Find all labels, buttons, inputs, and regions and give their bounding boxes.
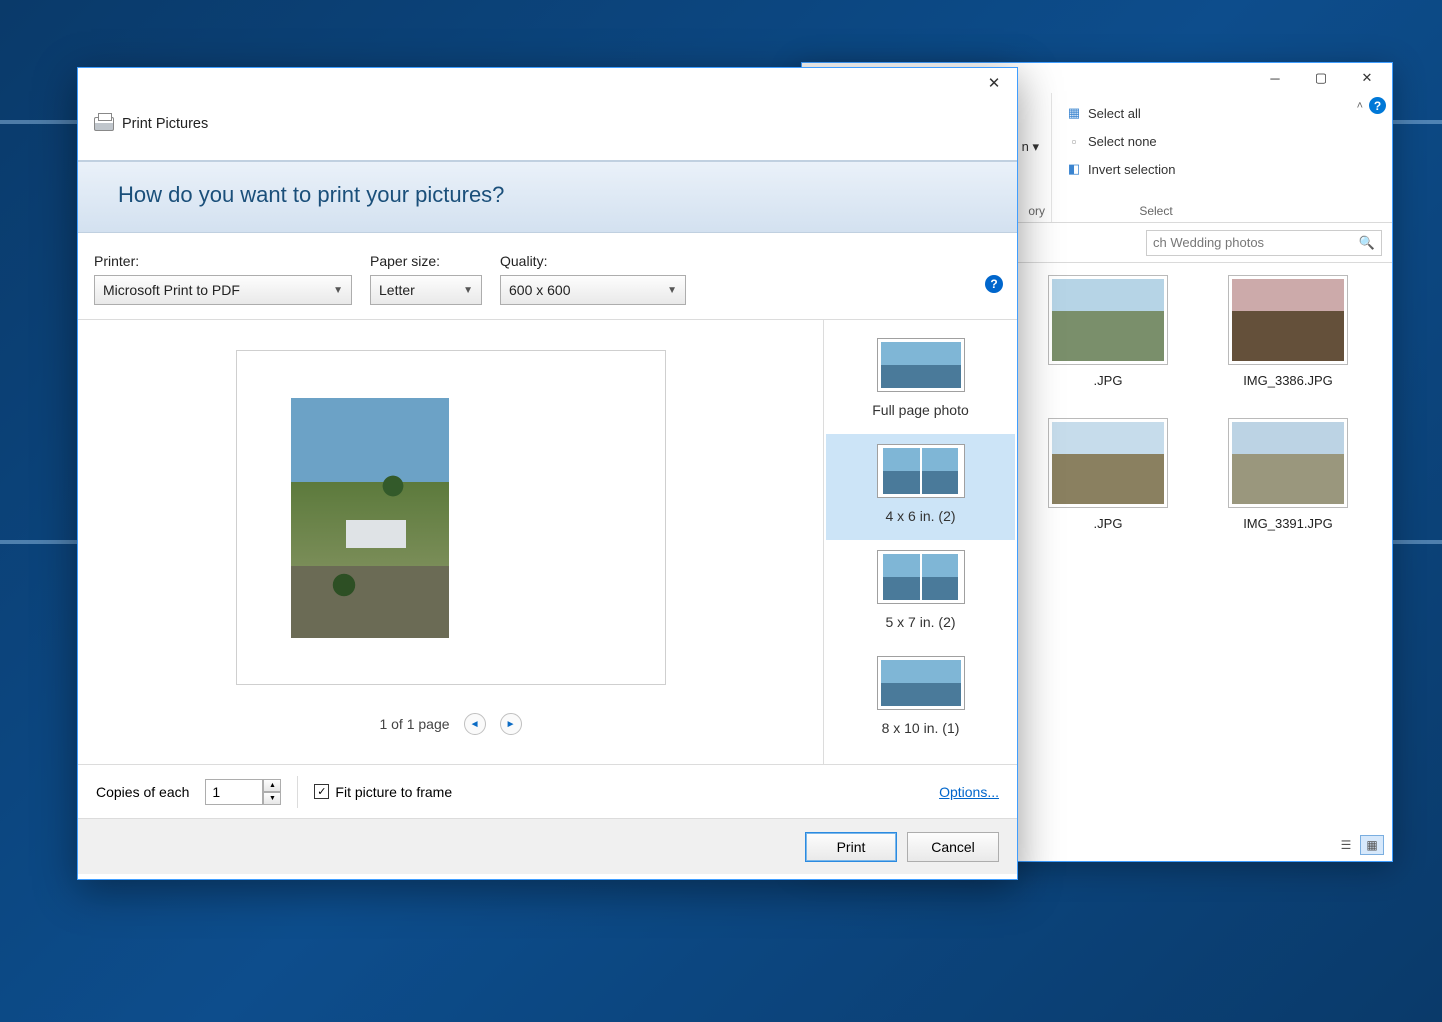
copies-row: Copies of each ▲ ▼ ✓ Fit picture to fram… — [78, 764, 1017, 818]
copies-spinner: ▲ ▼ — [263, 779, 281, 805]
pager-text: 1 of 1 page — [379, 716, 449, 732]
invert-selection-icon: ◧ — [1066, 161, 1082, 177]
decorative — [331, 572, 357, 598]
paper-label: Paper size: — [370, 253, 482, 269]
file-item[interactable]: .JPG — [1028, 418, 1188, 531]
file-name: IMG_3386.JPG — [1208, 373, 1368, 388]
layout-thumb — [877, 444, 965, 498]
print-options-row: Printer: Microsoft Print to PDF ▼ Paper … — [78, 233, 1017, 319]
copies-input[interactable] — [205, 779, 263, 805]
dialog-title: Print Pictures — [122, 116, 208, 132]
file-thumbnail — [1228, 275, 1348, 365]
layout-thumb — [877, 338, 965, 392]
printer-icon — [94, 117, 114, 131]
layout-thumb — [877, 656, 965, 710]
dialog-button-row: Print Cancel — [78, 818, 1017, 874]
select-none-button[interactable]: ▫ Select none — [1066, 127, 1246, 155]
copies-input-group: ▲ ▼ — [205, 779, 281, 805]
layout-option-5x7[interactable]: 5 x 7 in. (2) — [826, 540, 1015, 646]
page-preview — [236, 350, 666, 685]
dialog-main-row: 1 of 1 page ◄ ► Full page photo 4 x 6 in… — [78, 319, 1017, 764]
layout-column[interactable]: Full page photo 4 x 6 in. (2) 5 x 7 in. … — [823, 320, 1017, 764]
layout-label: 5 x 7 in. (2) — [830, 614, 1011, 630]
fit-to-frame-checkbox[interactable]: ✓ Fit picture to frame — [314, 784, 452, 800]
layout-option-4x6[interactable]: 4 x 6 in. (2) — [826, 434, 1015, 540]
quality-select[interactable]: 600 x 600 ▼ — [500, 275, 686, 305]
file-item[interactable]: IMG_3391.JPG — [1208, 418, 1368, 531]
layout-label: Full page photo — [830, 402, 1011, 418]
copies-up-button[interactable]: ▲ — [263, 779, 281, 792]
select-none-label: Select none — [1088, 134, 1157, 149]
paper-value: Letter — [379, 282, 415, 298]
quality-value: 600 x 600 — [509, 282, 571, 298]
invert-selection-button[interactable]: ◧ Invert selection — [1066, 155, 1246, 183]
chevron-down-icon: ▼ — [667, 285, 677, 296]
cancel-button[interactable]: Cancel — [907, 832, 999, 862]
decorative — [346, 520, 406, 548]
close-button[interactable]: ✕ — [1344, 63, 1390, 93]
close-button[interactable]: ✕ — [971, 68, 1017, 98]
decorative — [381, 474, 405, 498]
printer-value: Microsoft Print to PDF — [103, 282, 240, 298]
layout-label: 8 x 10 in. (1) — [830, 720, 1011, 736]
help-icon[interactable]: ? — [1369, 97, 1386, 114]
ribbon-select-caption: Select — [1066, 204, 1246, 222]
chevron-down-icon: ▼ — [463, 285, 473, 296]
printer-select[interactable]: Microsoft Print to PDF ▼ — [94, 275, 352, 305]
maximize-button[interactable]: ▢ — [1298, 63, 1344, 93]
ribbon-group-select: ▦ Select all ▫ Select none ◧ Invert sele… — [1052, 93, 1252, 222]
details-view-button[interactable]: ☰ — [1334, 835, 1358, 855]
dialog-header: Print Pictures — [78, 68, 1017, 132]
quality-option: Quality: 600 x 600 ▼ — [500, 253, 686, 305]
explorer-view-toggle: ☰ ▦ — [1334, 835, 1384, 855]
explorer-search-input[interactable]: ch Wedding photos 🔍 — [1146, 230, 1382, 256]
file-thumbnail — [1228, 418, 1348, 508]
layout-option-full-page[interactable]: Full page photo — [826, 328, 1015, 434]
next-page-button[interactable]: ► — [500, 713, 522, 735]
thumbnails-view-button[interactable]: ▦ — [1360, 835, 1384, 855]
fit-label: Fit picture to frame — [335, 784, 452, 800]
layout-thumb — [877, 550, 965, 604]
invert-selection-label: Invert selection — [1088, 162, 1175, 177]
file-item[interactable]: IMG_3386.JPG — [1208, 275, 1368, 388]
search-icon: 🔍 — [1359, 235, 1375, 251]
search-placeholder: ch Wedding photos — [1153, 235, 1264, 250]
ribbon-collapse: ˄ ? — [1357, 97, 1386, 114]
prev-page-button[interactable]: ◄ — [464, 713, 486, 735]
printer-label: Printer: — [94, 253, 352, 269]
dialog-heading: How do you want to print your pictures? — [78, 160, 1017, 233]
file-thumbnail — [1048, 418, 1168, 508]
file-name: .JPG — [1028, 516, 1188, 531]
paper-option: Paper size: Letter ▼ — [370, 253, 482, 305]
options-link[interactable]: Options... — [939, 784, 999, 800]
file-item[interactable]: .JPG — [1028, 275, 1188, 388]
checkbox-icon: ✓ — [314, 784, 329, 799]
file-thumbnail — [1048, 275, 1168, 365]
quality-label: Quality: — [500, 253, 686, 269]
separator — [297, 776, 298, 808]
select-all-icon: ▦ — [1066, 105, 1082, 121]
file-name: .JPG — [1028, 373, 1188, 388]
pager: 1 of 1 page ◄ ► — [379, 713, 521, 735]
help-icon[interactable]: ? — [985, 275, 1003, 293]
chevron-down-icon: ▼ — [333, 285, 343, 296]
printer-option: Printer: Microsoft Print to PDF ▼ — [94, 253, 352, 305]
copies-down-button[interactable]: ▼ — [263, 792, 281, 805]
preview-column: 1 of 1 page ◄ ► — [78, 320, 823, 764]
paper-select[interactable]: Letter ▼ — [370, 275, 482, 305]
layout-option-8x10[interactable]: 8 x 10 in. (1) — [826, 646, 1015, 752]
minimize-button[interactable]: ─ — [1252, 63, 1298, 93]
print-button[interactable]: Print — [805, 832, 897, 862]
select-none-icon: ▫ — [1066, 133, 1082, 149]
file-name: IMG_3391.JPG — [1208, 516, 1368, 531]
photo-preview — [291, 398, 449, 638]
layout-label: 4 x 6 in. (2) — [830, 508, 1011, 524]
print-pictures-dialog: ✕ Print Pictures How do you want to prin… — [77, 67, 1018, 880]
chevron-up-icon[interactable]: ˄ — [1357, 100, 1363, 112]
select-all-label: Select all — [1088, 106, 1141, 121]
copies-label: Copies of each — [96, 784, 189, 800]
select-all-button[interactable]: ▦ Select all — [1066, 99, 1246, 127]
